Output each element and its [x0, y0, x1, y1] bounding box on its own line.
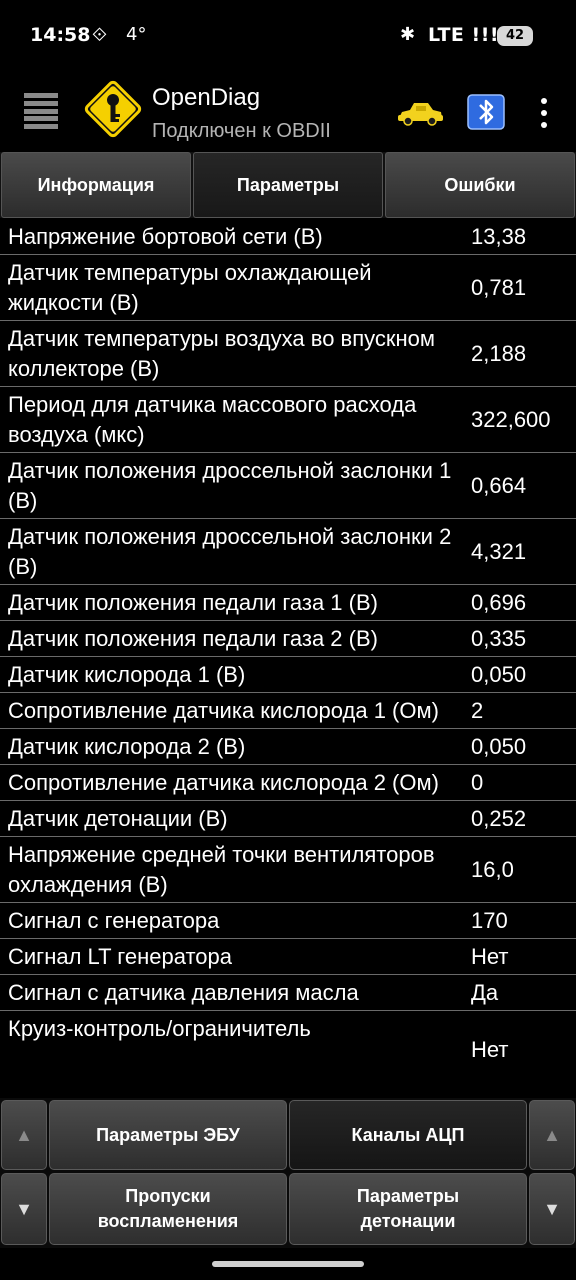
- parameter-name: Напряжение бортовой сети (В): [8, 224, 323, 249]
- table-row: Датчик положения педали газа 1 (В) 0,696: [0, 585, 576, 621]
- parameter-value: 4,321: [471, 538, 527, 564]
- parameter-name: Напряжение средней точки вентиляторов ох…: [8, 842, 435, 897]
- knock-parameters-button[interactable]: Параметры детонации: [289, 1173, 527, 1245]
- scroll-down-left-button[interactable]: ▼: [1, 1173, 47, 1245]
- ecu-parameters-button[interactable]: Параметры ЭБУ: [49, 1100, 287, 1170]
- more-vert-icon[interactable]: [536, 98, 552, 128]
- table-row: Напряжение бортовой сети (В) 13,38: [0, 219, 576, 255]
- parameter-value: 170: [471, 907, 508, 933]
- parameter-value: 0,252: [471, 805, 527, 831]
- parameter-name: Сопротивление датчика кислорода 2 (Ом): [8, 770, 439, 795]
- bottom-panel: ▲ Параметры ЭБУ Каналы АЦП ▲ ▼ Пропуски …: [0, 1098, 576, 1248]
- table-row: Сигнал с генератора 170: [0, 903, 576, 939]
- parameter-name: Сигнал LT генератора: [8, 944, 232, 969]
- table-row: Датчик положения педали газа 2 (В) 0,335: [0, 621, 576, 657]
- parameter-value: Нет: [471, 943, 509, 969]
- table-row: Датчик температуры охлаждающей жидкости …: [0, 255, 576, 321]
- table-row: Сигнал LT генератора Нет: [0, 939, 576, 975]
- parameters-table[interactable]: Напряжение бортовой сети (В) 13,38 Датчик…: [0, 219, 576, 1098]
- table-row: Датчик кислорода 2 (В) 0,050: [0, 729, 576, 765]
- table-row: Сигнал с датчика давления масла Да: [0, 975, 576, 1011]
- tab-parameters[interactable]: Параметры: [193, 152, 383, 218]
- battery-icon: 42: [497, 26, 533, 46]
- misfires-button[interactable]: Пропуски воспламенения: [49, 1173, 287, 1245]
- gesture-navigation-bar[interactable]: [212, 1261, 364, 1267]
- parameter-name: Датчик положения дроссельной заслонки 2 …: [8, 524, 452, 579]
- table-row: Датчик положения дроссельной заслонки 1 …: [0, 453, 576, 519]
- parameter-name: Сопротивление датчика кислорода 1 (Ом): [8, 698, 439, 723]
- scroll-up-left-button[interactable]: ▲: [1, 1100, 47, 1170]
- network-type: LTE: [428, 24, 465, 46]
- parameter-value: 13,38: [471, 223, 527, 249]
- adc-channels-button[interactable]: Каналы АЦП: [289, 1100, 527, 1170]
- connection-status: Подключен к OBDII: [152, 120, 331, 142]
- table-row: Датчик температуры воздуха во впускном к…: [0, 321, 576, 387]
- parameter-value: 0,696: [471, 589, 527, 615]
- bluetooth-status-icon: ✱: [400, 24, 416, 45]
- parameter-name: Круиз-контроль/ограничитель: [8, 1016, 311, 1041]
- table-row: Период для датчика массового расхода воз…: [0, 387, 576, 453]
- parameter-value: 0,050: [471, 661, 527, 687]
- parameter-name: Датчик температуры охлаждающей жидкости …: [8, 260, 372, 315]
- parameter-value: 0,335: [471, 625, 527, 651]
- parameter-name: Сигнал с генератора: [8, 908, 220, 933]
- parameter-value: 322,600: [471, 406, 551, 432]
- parameter-name: Датчик температуры воздуха во впускном к…: [8, 326, 436, 381]
- parameter-value: 0: [471, 769, 484, 795]
- parameter-name: Датчик кислорода 1 (В): [8, 662, 246, 687]
- tab-information[interactable]: Информация: [1, 152, 191, 218]
- key-sign-icon: [84, 80, 142, 138]
- scroll-down-right-button[interactable]: ▼: [529, 1173, 575, 1245]
- table-row: Сопротивление датчика кислорода 1 (Ом) 2: [0, 693, 576, 729]
- status-temperature: 4°: [126, 24, 147, 45]
- table-row: Сопротивление датчика кислорода 2 (Ом) 0: [0, 765, 576, 801]
- parameter-name: Датчик положения педали газа 2 (В): [8, 626, 378, 651]
- tab-errors[interactable]: Ошибки: [385, 152, 575, 218]
- parameter-value: 0,050: [471, 733, 527, 759]
- table-row: Датчик детонации (В) 0,252: [0, 801, 576, 837]
- hamburger-icon[interactable]: [24, 93, 58, 129]
- parameter-value: 0,781: [471, 274, 527, 300]
- table-row: Датчик кислорода 1 (В) 0,050: [0, 657, 576, 693]
- scroll-up-right-button[interactable]: ▲: [529, 1100, 575, 1170]
- parameter-name: Датчик положения педали газа 1 (В): [8, 590, 378, 615]
- parameter-value: 16,0: [471, 856, 514, 882]
- table-row: Напряжение средней точки вентиляторов ох…: [0, 837, 576, 903]
- navigation-status-icon: ⟐: [92, 24, 107, 46]
- table-row: Датчик положения дроссельной заслонки 2 …: [0, 519, 576, 585]
- parameter-name: Датчик положения дроссельной заслонки 1 …: [8, 458, 452, 513]
- app-title: OpenDiag: [152, 84, 261, 111]
- parameter-value: Нет: [471, 1037, 509, 1062]
- parameter-value: 2: [471, 697, 484, 723]
- parameter-name: Датчик детонации (В): [8, 806, 228, 831]
- parameter-value: 0,664: [471, 472, 527, 498]
- parameter-value: 2,188: [471, 340, 527, 366]
- tab-bar: Информация Параметры Ошибки: [0, 152, 576, 218]
- app-bar: OpenDiag Подключен к OBDII: [0, 72, 576, 152]
- status-bar: 14:58 ⟐ 4° ✱ LTE !!!! 42: [0, 0, 576, 72]
- parameter-name: Датчик кислорода 2 (В): [8, 734, 246, 759]
- parameter-value: Да: [471, 979, 499, 1005]
- car-icon[interactable]: [396, 98, 444, 128]
- parameter-name: Период для датчика массового расхода воз…: [8, 392, 417, 447]
- parameter-name: Сигнал с датчика давления масла: [8, 980, 359, 1005]
- bluetooth-icon[interactable]: [467, 94, 505, 130]
- table-row: Круиз-контроль/ограничитель Нет: [0, 1011, 576, 1065]
- status-time: 14:58: [30, 24, 91, 46]
